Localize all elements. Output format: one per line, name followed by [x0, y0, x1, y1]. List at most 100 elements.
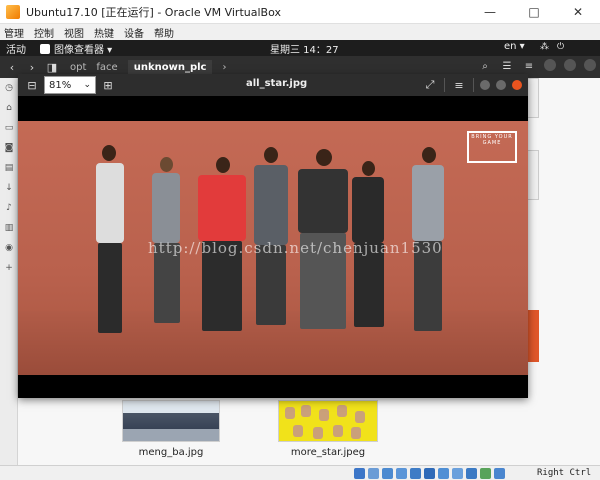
breadcrumb-face[interactable]: face [96, 62, 117, 73]
breadcrumb-unknown-plc[interactable]: unknown_plc [127, 59, 213, 75]
system-tray[interactable]: ⁂ ⏻ [540, 42, 564, 52]
back-icon[interactable]: ‹ [4, 59, 20, 75]
clock[interactable]: 星期三 14：27 [270, 41, 339, 56]
background-panel [527, 78, 539, 118]
brand-logo-text: BRING YOUR GAME [471, 134, 513, 146]
player-head [316, 149, 332, 166]
menu-manage[interactable]: 管理 [4, 25, 24, 40]
menu-help[interactable]: 帮助 [154, 25, 174, 40]
app-menu[interactable]: 图像查看器 ▾ [40, 41, 112, 56]
virtualbox-icon [6, 4, 20, 19]
window-controls: — □ ✕ [468, 0, 600, 24]
documents-icon[interactable]: ▤ [0, 158, 18, 178]
player-body [152, 173, 180, 243]
close-dot[interactable] [512, 80, 522, 90]
player-body [96, 163, 124, 243]
player-head [160, 157, 173, 172]
host-key-label: Right Ctrl [537, 468, 592, 478]
thumbnail-label[interactable]: more_star.jpeg [278, 447, 378, 458]
player-legs [98, 243, 122, 333]
usb-icon[interactable] [410, 468, 421, 479]
thumbnail-meng-ba[interactable] [122, 400, 220, 442]
minimize-button[interactable]: — [468, 0, 512, 24]
recent-icon[interactable]: ◷ [0, 78, 18, 98]
minimize-circle-icon[interactable] [544, 59, 556, 71]
zoom-value: 81% [49, 79, 72, 91]
breadcrumb-next-icon[interactable]: › [222, 62, 226, 73]
host-titlebar: Ubuntu17.10 [正在运行] - Oracle VM VirtualBo… [0, 0, 600, 24]
player-body [412, 165, 444, 241]
home-icon[interactable]: ⌂ [0, 98, 18, 118]
zoom-in-icon[interactable]: ⊞ [100, 77, 116, 93]
menu-devices[interactable]: 设备 [124, 25, 144, 40]
display-icon[interactable] [438, 468, 449, 479]
window-title: Ubuntu17.10 [正在运行] - Oracle VM VirtualBo… [26, 5, 281, 19]
player-head [102, 145, 116, 161]
player-body [254, 165, 288, 245]
background-orange-element [527, 310, 539, 362]
player-head [362, 161, 375, 176]
cpu-icon[interactable] [466, 468, 477, 479]
downloads-icon[interactable]: ↓ [0, 178, 18, 198]
menu-view[interactable]: 视图 [64, 25, 84, 40]
maximize-dot[interactable] [496, 80, 506, 90]
blog-watermark: http://blog.csdn.net/chenjuan1530 [148, 239, 443, 257]
view-list-icon[interactable]: ☰ [500, 59, 514, 73]
thumbnail-more-star[interactable] [278, 400, 378, 442]
close-button[interactable]: ✕ [556, 0, 600, 24]
background-panel-2 [527, 150, 539, 200]
minimize-dot[interactable] [480, 80, 490, 90]
camera-icon[interactable]: ◙ [0, 138, 18, 158]
separator [444, 78, 445, 92]
search-icon[interactable]: ⌕ [478, 59, 492, 73]
disk-icon[interactable]: ◉ [0, 238, 18, 258]
optical-icon[interactable] [368, 468, 379, 479]
network-adapter-icon[interactable] [396, 468, 407, 479]
image-viewer-icon [40, 43, 50, 54]
player-head [216, 157, 230, 173]
close-circle-icon[interactable] [584, 59, 596, 71]
breadcrumb-opt[interactable]: opt [70, 62, 86, 73]
image-viewer-window: ⊟ 81% ⌄ ⊞ all_star.jpg ⤢ ≡ BRING YOUR GA… [18, 74, 528, 398]
keyboard-icon[interactable] [494, 468, 505, 479]
fullscreen-icon[interactable]: ⤢ [422, 77, 438, 93]
files-sidebar: ◷ ⌂ ▭ ◙ ▤ ↓ ♪ ▥ ◉ + [0, 78, 18, 465]
trash-icon[interactable]: ▥ [0, 218, 18, 238]
desktop-icon[interactable]: ▭ [0, 118, 18, 138]
zoom-selector[interactable]: 81% ⌄ [44, 76, 96, 94]
chevron-down-icon: ⌄ [83, 80, 91, 90]
audio-icon[interactable] [382, 468, 393, 479]
mouse-integration-icon[interactable] [480, 468, 491, 479]
player-body [352, 177, 384, 243]
separator [473, 78, 474, 92]
viewer-headerbar: ⊟ 81% ⌄ ⊞ all_star.jpg ⤢ ≡ [18, 74, 528, 96]
menu-icon[interactable]: ≡ [522, 59, 536, 73]
ubuntu-top-panel: 活动 图像查看器 ▾ 星期三 14：27 en ▾ ⁂ ⏻ [0, 40, 600, 56]
player-head [264, 147, 278, 163]
record-icon[interactable] [452, 468, 463, 479]
app-menu-label: 图像查看器 ▾ [54, 45, 113, 56]
input-language[interactable]: en ▾ [504, 41, 525, 52]
forward-icon[interactable]: › [24, 59, 40, 75]
thumbnail-label[interactable]: meng_ba.jpg [120, 447, 222, 458]
shared-folder-icon[interactable] [424, 468, 435, 479]
device-indicators [354, 468, 505, 479]
zoom-out-icon[interactable]: ⊟ [24, 77, 40, 93]
hdd-icon[interactable] [354, 468, 365, 479]
other-locations-icon[interactable]: + [0, 258, 18, 278]
menu-hotkey[interactable]: 热键 [94, 25, 114, 40]
vbox-statusbar: Right Ctrl [0, 465, 600, 480]
displayed-photo: BRING YOUR GAME http://blog.csdn.net/che… [18, 121, 528, 375]
activities-button[interactable]: 活动 [6, 41, 26, 56]
maximize-circle-icon[interactable] [564, 59, 576, 71]
hamburger-menu-icon[interactable]: ≡ [451, 77, 467, 93]
viewer-title: all_star.jpg [246, 78, 308, 89]
maximize-button[interactable]: □ [512, 0, 556, 24]
menu-control[interactable]: 控制 [34, 25, 54, 40]
vbox-menubar: 管理 控制 视图 热键 设备 帮助 [0, 24, 600, 40]
network-icon: ⁂ [540, 42, 549, 52]
player-body [198, 175, 246, 241]
location-toggle-icon[interactable]: ◨ [44, 59, 60, 75]
music-icon[interactable]: ♪ [0, 198, 18, 218]
player-body [298, 169, 348, 233]
